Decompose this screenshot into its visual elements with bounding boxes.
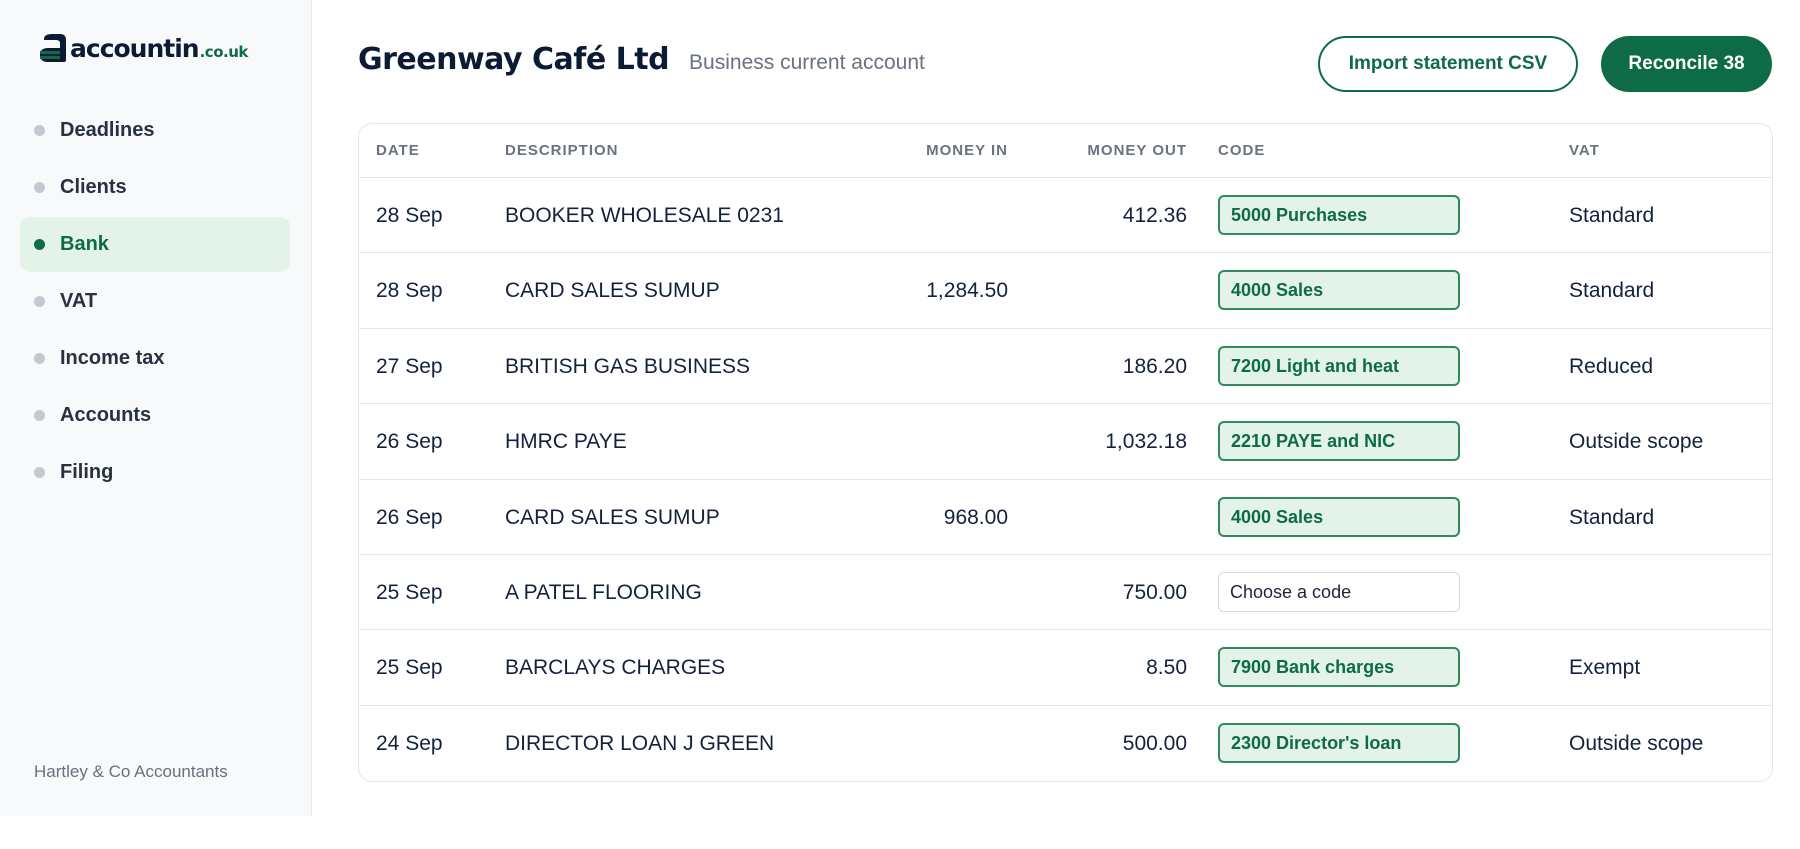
code-select[interactable]: 7900 Bank charges	[1218, 647, 1460, 688]
nav-dot-icon	[34, 467, 45, 478]
table-row[interactable]: 28 Sep BOOKER WHOLESALE 0231 412.36 Standar…	[359, 178, 1772, 254]
nav-dot-icon	[34, 353, 45, 364]
table-row[interactable]: 25 Sep BARCLAYS CHARGES 8.50 Exempt 7900 Ban…	[359, 630, 1772, 706]
code-select[interactable]: 2300 Director's loan	[1218, 722, 1460, 763]
page-title: Greenway Café Ltd Business current accou…	[358, 42, 925, 77]
brand-logo[interactable]: accountin .co.uk	[38, 30, 248, 66]
cell-vat: Exempt	[1569, 656, 1641, 680]
cell-date: 25 Sep	[376, 580, 443, 604]
sidebar-item-income-tax[interactable]: Income tax	[20, 331, 290, 386]
sidebar-item-label: Accounts	[60, 404, 152, 426]
cell-vat: Reduced	[1569, 354, 1654, 378]
cell-money-out: 500.00	[1122, 731, 1187, 755]
cell-description: CARD SALES SUMUP	[505, 505, 720, 529]
cell-money-in: 1,284.50	[926, 279, 1008, 303]
sidebar-item-vat[interactable]: VAT	[20, 274, 290, 329]
table-header: DATE DESCRIPTION MONEY IN MONEY OUT CODE…	[359, 124, 1772, 178]
cell-vat: Standard	[1569, 279, 1655, 303]
sidebar-item-label: Bank	[60, 233, 109, 255]
transactions-table: DATE DESCRIPTION MONEY IN MONEY OUT CODE…	[358, 123, 1773, 782]
choose-code-select[interactable]: Choose a code	[1218, 571, 1460, 612]
cell-vat: Standard	[1569, 204, 1655, 227]
cell-date: 24 Sep	[376, 731, 443, 755]
company-name: Greenway Café Ltd	[358, 42, 670, 77]
column-header-date: DATE	[376, 142, 420, 159]
column-header-code: CODE	[1218, 142, 1266, 159]
account-name: Business current account	[689, 51, 925, 74]
column-header-vat: VAT	[1569, 142, 1600, 159]
cell-money-out: 8.50	[1146, 656, 1187, 680]
column-header-money-in: MONEY IN	[926, 142, 1008, 159]
nav-dot-icon	[34, 239, 45, 250]
table-row[interactable]: 27 Sep BRITISH GAS BUSINESS 186.20 Reduced 7…	[359, 329, 1772, 405]
cell-date: 27 Sep	[376, 354, 443, 378]
code-select[interactable]: 7200 Light and heat	[1218, 345, 1460, 386]
nav-dot-icon	[34, 125, 45, 136]
cell-money-out: 750.00	[1122, 580, 1187, 604]
code-select[interactable]: 2210 PAYE and NIC	[1218, 421, 1460, 462]
cell-date: 26 Sep	[376, 430, 443, 454]
sidebar-item-label: Clients	[60, 176, 127, 198]
cell-date: 28 Sep	[376, 204, 443, 227]
table-body: 28 Sep BOOKER WHOLESALE 0231 412.36 Standar…	[359, 178, 1772, 781]
accountin-logo-icon	[38, 32, 68, 64]
cell-money-out: 186.20	[1122, 354, 1187, 378]
firm-name: Hartley & Co Accountants	[34, 762, 228, 781]
cell-vat: Outside scope	[1569, 731, 1704, 755]
sidebar: accountin .co.uk Deadlines Clients Bank …	[0, 0, 312, 816]
cell-vat: Standard	[1569, 505, 1655, 529]
sidebar-item-label: Filing	[60, 461, 114, 483]
table-row[interactable]: 25 Sep A PATEL FLOORING 750.00 Choose a cod…	[359, 555, 1772, 631]
nav-dot-icon	[34, 410, 45, 421]
cell-date: 25 Sep	[376, 656, 443, 680]
sidebar-item-deadlines[interactable]: Deadlines	[20, 103, 290, 158]
sidebar-item-label: Deadlines	[60, 119, 155, 141]
cell-money-out: 1,032.18	[1105, 430, 1187, 454]
cell-description: DIRECTOR LOAN J GREEN	[505, 731, 775, 755]
column-header-money-out: MONEY OUT	[1087, 142, 1187, 159]
table-row[interactable]: 26 Sep HMRC PAYE 1,032.18 Outside scope 2210…	[359, 404, 1772, 480]
code-select[interactable]: 4000 Sales	[1218, 496, 1460, 537]
cell-money-in: 968.00	[943, 505, 1008, 529]
cell-description: HMRC PAYE	[505, 430, 627, 454]
cell-vat: Outside scope	[1569, 430, 1704, 454]
sidebar-item-filing[interactable]: Filing	[20, 445, 290, 500]
nav-dot-icon	[34, 182, 45, 193]
cell-date: 28 Sep	[376, 279, 443, 303]
brand-tld: .co.uk	[199, 42, 249, 61]
nav-dot-icon	[34, 296, 45, 307]
cell-description: BOOKER WHOLESALE 0231	[505, 204, 784, 227]
cell-description: A PATEL FLOORING	[505, 580, 702, 604]
reconcile-button[interactable]: Reconcile 38	[1601, 36, 1772, 92]
cell-description: BARCLAYS CHARGES	[505, 656, 726, 680]
sidebar-item-clients[interactable]: Clients	[20, 160, 290, 215]
cell-date: 26 Sep	[376, 505, 443, 529]
column-header-description: DESCRIPTION	[505, 142, 619, 159]
cell-description: BRITISH GAS BUSINESS	[505, 354, 751, 378]
sidebar-nav: Deadlines Clients Bank VAT Income tax Ac…	[20, 103, 290, 502]
sidebar-item-bank[interactable]: Bank	[20, 217, 290, 272]
code-select[interactable]: 4000 Sales	[1218, 270, 1460, 311]
table-row[interactable]: 24 Sep DIRECTOR LOAN J GREEN 500.00 Outside…	[359, 706, 1772, 781]
cell-description: CARD SALES SUMUP	[505, 279, 720, 303]
table-row[interactable]: 26 Sep CARD SALES SUMUP 968.00 Standard 4000…	[359, 480, 1772, 555]
sidebar-item-label: VAT	[60, 290, 98, 312]
table-row[interactable]: 28 Sep CARD SALES SUMUP 1,284.50 Standard 40…	[359, 253, 1772, 329]
import-statement-button[interactable]: Import statement CSV	[1318, 36, 1578, 92]
sidebar-item-accounts[interactable]: Accounts	[20, 388, 290, 443]
sidebar-item-label: Income tax	[60, 347, 165, 369]
brand-name: accountin	[70, 33, 200, 63]
code-select[interactable]: 5000 Purchases	[1218, 195, 1460, 235]
cell-money-out: 412.36	[1122, 204, 1187, 227]
